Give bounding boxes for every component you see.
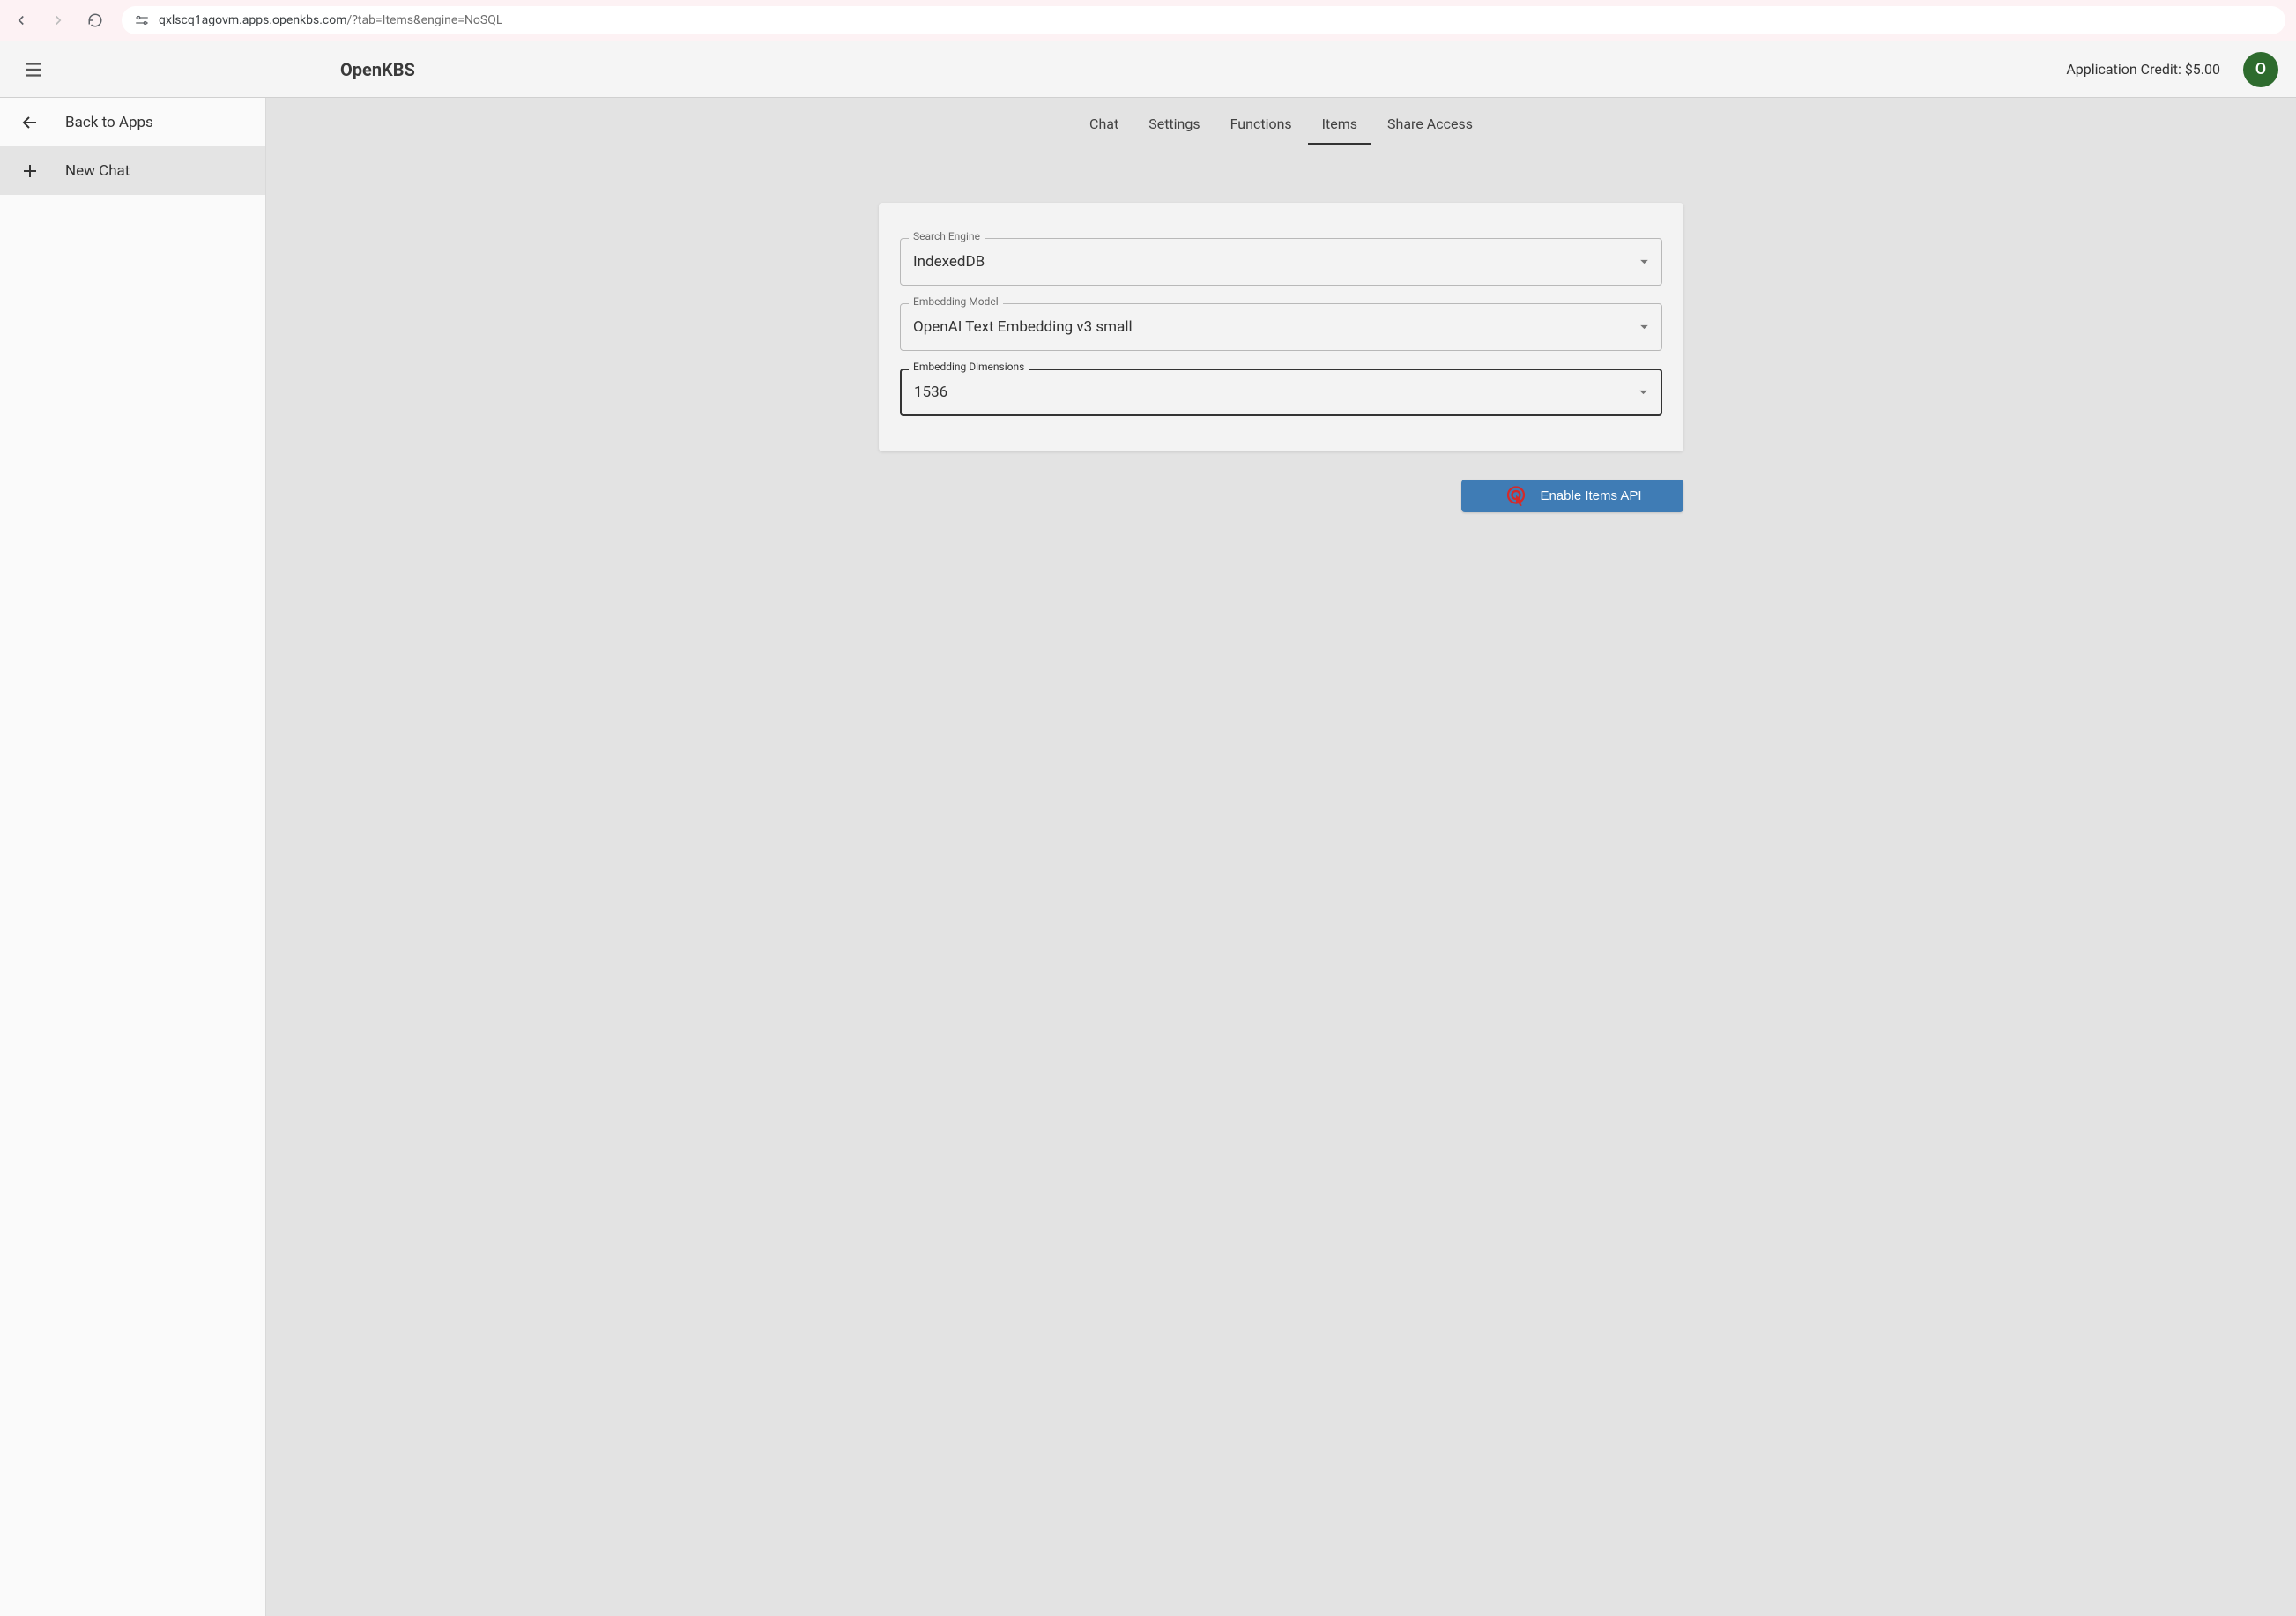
tab-settings[interactable]: Settings [1148, 110, 1200, 145]
chevron-down-icon [1639, 259, 1649, 264]
plus-icon [19, 160, 41, 182]
field-label: Search Engine [909, 230, 985, 242]
browser-back-button[interactable] [11, 10, 32, 31]
tab-items[interactable]: Items [1322, 110, 1357, 145]
tab-bar: Chat Settings Functions Items Share Acce… [266, 98, 2296, 145]
button-label: Enable Items API [1540, 488, 1641, 503]
avatar[interactable]: O [2243, 52, 2278, 87]
field-value: 1536 [914, 384, 1638, 401]
search-engine-field-wrap: Search Engine IndexedDB [900, 238, 1662, 286]
sidebar-new-chat[interactable]: New Chat [0, 146, 265, 195]
credit-label: Application Credit: $5.00 [2066, 61, 2220, 78]
browser-reload-button[interactable] [85, 10, 106, 31]
app-title: OpenKBS [340, 59, 415, 80]
cursor-click-icon [1503, 483, 1529, 510]
chevron-down-icon [1639, 324, 1649, 330]
search-engine-select[interactable]: IndexedDB [900, 238, 1662, 286]
embedding-model-field-wrap: Embedding Model OpenAI Text Embedding v3… [900, 303, 1662, 351]
field-label: Embedding Model [909, 295, 1003, 308]
sidebar-item-label: New Chat [65, 162, 130, 180]
sidebar-item-label: Back to Apps [65, 114, 153, 131]
arrow-left-icon [19, 112, 41, 133]
field-value: OpenAI Text Embedding v3 small [913, 318, 1639, 336]
site-info-icon[interactable] [134, 12, 150, 28]
field-value: IndexedDB [913, 253, 1639, 271]
embedding-dimensions-field-wrap: Embedding Dimensions 1536 [900, 369, 1662, 416]
tab-chat[interactable]: Chat [1089, 110, 1118, 145]
field-label: Embedding Dimensions [909, 361, 1029, 373]
address-url: qxlscq1agovm.apps.openkbs.com/?tab=Items… [159, 13, 502, 27]
tab-functions[interactable]: Functions [1230, 110, 1292, 145]
items-settings-card: Search Engine IndexedDB Embedding Model … [879, 203, 1683, 451]
enable-items-api-button[interactable]: Enable Items API [1461, 480, 1683, 512]
sidebar: Back to Apps New Chat [0, 98, 266, 1616]
app-header: OpenKBS Application Credit: $5.00 O [0, 41, 2296, 98]
menu-button[interactable] [18, 54, 49, 86]
sidebar-back-to-apps[interactable]: Back to Apps [0, 98, 265, 146]
address-bar[interactable]: qxlscq1agovm.apps.openkbs.com/?tab=Items… [122, 6, 2285, 34]
browser-forward-button[interactable] [48, 10, 69, 31]
embedding-dimensions-select[interactable]: 1536 [900, 369, 1662, 416]
content-area: Chat Settings Functions Items Share Acce… [266, 98, 2296, 1616]
chevron-down-icon [1638, 390, 1648, 395]
browser-toolbar: qxlscq1agovm.apps.openkbs.com/?tab=Items… [0, 0, 2296, 41]
embedding-model-select[interactable]: OpenAI Text Embedding v3 small [900, 303, 1662, 351]
tab-share-access[interactable]: Share Access [1387, 110, 1473, 145]
